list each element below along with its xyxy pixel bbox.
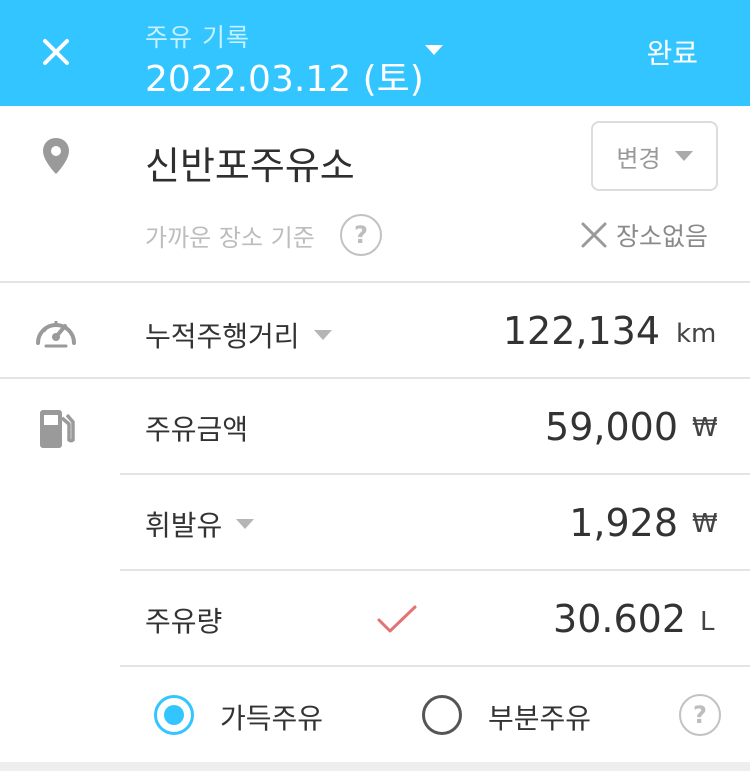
unit-price-unit: ₩ [692,509,718,539]
fuel-type-selector[interactable]: 휘발유 [145,504,255,544]
help-glyph: ? [693,701,707,729]
header-subtitle: 주유 기록 [145,23,250,52]
fuel-amount-value[interactable]: 59,000 [545,405,678,449]
section-divider [0,377,750,379]
no-place-label: 장소없음 [616,222,709,251]
gas-station-name[interactable]: 신반포주유소 [145,135,355,190]
odometer-label[interactable]: 누적주행거리 [145,315,332,355]
chevron-down-icon [236,519,255,529]
help-icon[interactable]: ? [679,694,721,736]
chevron-down-icon [313,330,332,340]
partial-fill-label[interactable]: 부분주유 [488,697,591,737]
change-location-button[interactable]: 변경 [591,121,718,191]
top-app-bar: 주유 기록 2022.03.12 (토) 완료 [0,0,750,106]
row-divider [120,473,750,475]
close-button[interactable] [30,28,82,76]
full-fill-label[interactable]: 가득주유 [220,697,323,737]
location-pin-icon [32,132,80,180]
date-selector[interactable]: 2022.03.12 (토) [145,50,424,102]
date-dropdown-button[interactable] [420,38,448,62]
close-icon [581,222,607,248]
chevron-down-icon [425,45,443,55]
odometer-value[interactable]: 122,134 [503,309,660,353]
no-place-button[interactable]: 장소없음 [580,217,708,253]
chevron-down-icon [674,151,693,161]
partial-fill-radio[interactable] [422,695,462,735]
check-icon [377,605,417,633]
fuel-amount-unit: ₩ [692,413,718,443]
speedometer-icon [32,307,80,355]
fuel-volume-unit: L [700,607,715,637]
row-divider [120,665,750,667]
unit-price-value[interactable]: 1,928 [569,501,678,545]
row-divider [120,569,750,571]
fuel-pump-icon [32,404,80,452]
fuel-volume-label: 주유량 [145,605,223,638]
change-location-label: 변경 [616,144,661,173]
bottom-separator [0,762,750,771]
close-icon [43,39,69,65]
odometer-unit: km [676,319,717,349]
nearby-basis-label: 가까운 장소 기준 [145,224,315,252]
done-button[interactable]: 완료 [646,32,698,72]
fuel-volume-value[interactable]: 30.602 [553,597,686,641]
help-glyph: ? [354,221,368,249]
odometer-label-text: 누적주행거리 [145,320,300,353]
fuel-type-label: 휘발유 [145,509,223,542]
section-divider [0,281,750,283]
help-icon[interactable]: ? [340,214,382,256]
full-fill-radio[interactable] [154,695,194,735]
fuel-amount-label: 주유금액 [145,413,249,446]
